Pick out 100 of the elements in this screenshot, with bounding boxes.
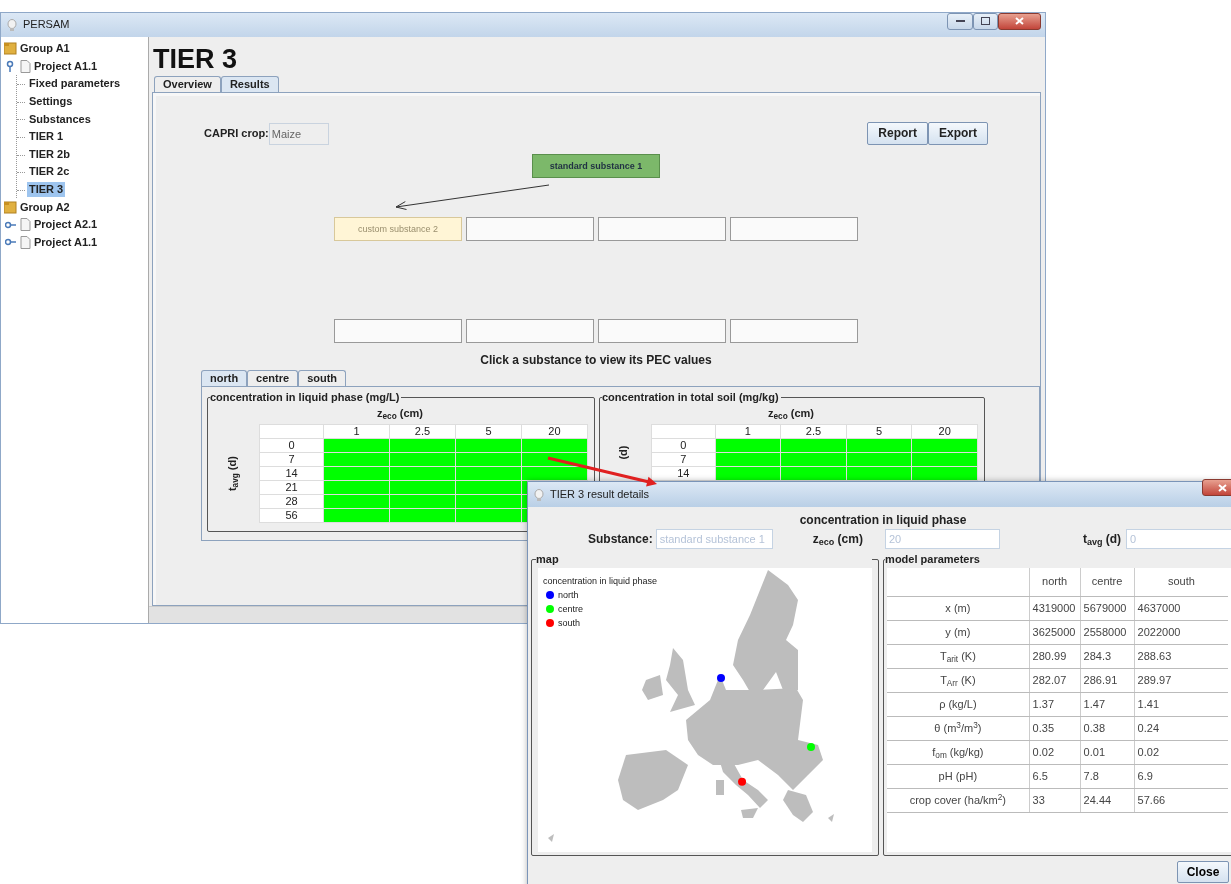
document-icon [20,218,31,232]
tree-item[interactable]: TIER 1 [27,129,66,145]
dialog-title: TIER 3 result details [550,487,650,502]
substance-box[interactable] [466,217,594,241]
land-shape [828,813,834,822]
column-header: 2.5 [780,424,847,439]
window-title: PERSAM [23,18,70,32]
field-label: CAPRI crop: [204,126,269,141]
substance-box[interactable]: standard substance 1 [532,154,660,178]
report-button[interactable]: Report [867,122,928,145]
column-header: 20 [521,424,588,439]
tree-item[interactable]: TIER 3 [27,181,66,198]
legend-label: north [558,588,579,602]
column-header: north [1029,567,1081,597]
column-header: 1 [715,424,781,439]
row-header: y (m) [887,620,1030,645]
document-icon [20,59,31,73]
land-shape [642,674,663,700]
column-header: 5 [846,424,912,439]
substance-box[interactable] [598,217,726,241]
table-cell: 33 [1029,788,1081,813]
group-title: model parameters [885,553,1231,567]
table-cell: 0.24 [1134,716,1229,741]
tree-item[interactable]: Settings [27,94,75,110]
tree-item[interactable]: Fixed parameters [27,76,123,92]
page-title: TIER 3 [153,45,239,73]
table-cell: 4319000 [1029,596,1081,621]
table-cell: 280.99 [1029,644,1081,669]
substance-box[interactable] [730,217,858,241]
row-header: crop cover (ha/km$^{2}$) [887,788,1030,813]
field-label: z$_{eco}$ (cm) [812,532,863,547]
close-button[interactable]: Close [1177,861,1229,884]
table-cell: 4637000 [1134,596,1229,621]
hint-text: Click a substance to view its PEC values [479,353,713,368]
app-icon [7,19,17,31]
legend-label: centre [558,602,583,616]
tree-item[interactable]: TIER 2c [27,164,72,180]
table-cell: 7.8 [1080,764,1135,789]
column-header: south [1134,567,1229,597]
substance-box[interactable] [334,319,462,343]
tree-item[interactable]: Substances [27,111,93,127]
table-cell: 5679000 [1080,596,1135,621]
substance-box[interactable] [730,319,858,343]
table-cell: 6.5 [1029,764,1081,789]
land-shape [548,833,554,842]
tab[interactable]: Overview [154,76,221,92]
table-cell: 57.66 [1134,788,1229,813]
substance-box[interactable] [598,319,726,343]
maximize-button[interactable] [973,12,998,30]
close-icon [1217,483,1227,492]
folder-icon [4,42,17,56]
tab[interactable]: north [201,370,248,387]
table-cell: 284.3 [1080,644,1135,669]
column-header: 20 [911,424,978,439]
tab[interactable]: centre [247,370,299,387]
table-cell: 289.97 [1134,668,1229,693]
tree-item[interactable]: Project A1.1 [34,235,98,249]
field-label: Substance: [588,532,653,547]
tree-item[interactable]: Group A1 [20,42,70,56]
tree-item[interactable]: TIER 2b [27,146,72,162]
row-header: x (m) [887,596,1030,621]
table-cell: 286.91 [1080,668,1135,693]
row-header: T$_{Arr}$ (K) [887,668,1030,693]
group-title: concentration in total soil (mg/kg) [602,391,781,405]
table-cell: 1.47 [1080,692,1135,717]
tree-item[interactable]: Group A2 [20,200,70,214]
minimize-button[interactable] [947,12,973,30]
row-header: f$_{om}$ (kg/kg) [887,740,1030,765]
table-cell: 2558000 [1080,620,1135,645]
table-cell: 3625000 [1029,620,1081,645]
table-cell: 0.35 [1029,716,1081,741]
group-title: concentration in liquid phase (mg/L) [210,391,402,405]
crop-field[interactable]: Maize [268,122,329,145]
maximize-icon [981,17,990,25]
table-cell: 282.07 [1029,668,1081,693]
column-header: 2.5 [389,424,456,439]
tab[interactable]: Results [220,76,279,92]
tree-item[interactable]: Project A2.1 [34,218,98,232]
column-header: 1 [323,424,390,439]
tab[interactable]: south [298,370,347,387]
substance-box[interactable] [466,319,594,343]
table-cell: 0.01 [1080,740,1135,765]
axis-label: z$_{eco}$ (cm) [767,406,815,420]
row-header: pH (pH) [887,764,1030,789]
folder-icon [4,200,17,214]
table-cell: 2022000 [1134,620,1229,645]
row-header: ρ (kg/L) [887,692,1030,717]
column-header: centre [1080,567,1135,597]
table-cell: 0.38 [1080,716,1135,741]
close-button[interactable] [998,12,1041,30]
table-cell: 1.41 [1134,692,1229,717]
row-header: θ (m$^{3}$/m$^{3}$) [887,716,1030,741]
axis-label: z$_{eco}$ (cm) [376,406,424,420]
close-icon [1015,17,1024,25]
table-cell: 24.44 [1080,788,1135,813]
minimize-icon [955,19,965,23]
close-button[interactable] [1202,479,1231,496]
export-button[interactable]: Export [928,122,988,145]
tree-item[interactable]: Project A1.1 [34,59,98,73]
document-icon [20,235,31,249]
